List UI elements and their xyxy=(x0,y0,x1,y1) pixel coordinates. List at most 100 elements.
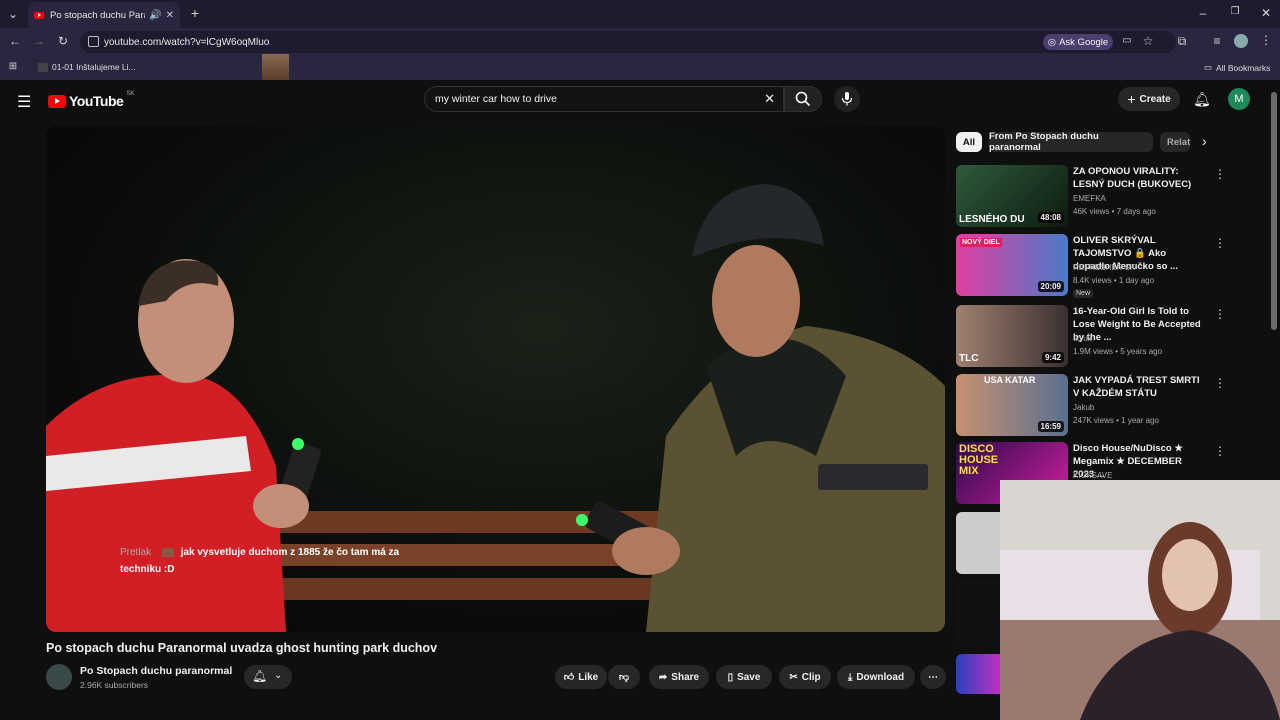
speaker-icon[interactable]: 🔊 xyxy=(149,10,161,21)
save-label: Save xyxy=(737,671,761,683)
country-code: SK xyxy=(126,91,135,97)
video-thumbnail[interactable] xyxy=(956,580,1000,642)
page-scrollbar[interactable] xyxy=(1271,92,1277,330)
more-vertical-icon[interactable]: ⋮ xyxy=(1214,307,1226,321)
recommendation-item[interactable]: NOVÝ DIEL 20:09 OLIVER SKRÝVAL TAJOMSTVO… xyxy=(956,234,1226,298)
extensions-icon[interactable]: ⧉ xyxy=(1175,34,1189,49)
more-vertical-icon[interactable]: ⋮ xyxy=(1214,236,1226,250)
reading-list-icon[interactable]: ≡ xyxy=(1210,34,1224,48)
address-bar[interactable]: youtube.com/watch?v=lCgW6oqMluo xyxy=(80,31,1176,53)
close-tab-icon[interactable]: ✕ xyxy=(166,10,174,21)
tab-search-icon[interactable]: ⌄ xyxy=(6,7,20,21)
chips-next-icon[interactable]: › xyxy=(1202,133,1207,149)
browser-tab[interactable]: Po stopach duchu Paranormal 🔊 ✕ xyxy=(28,2,180,28)
save-icon: ▯ xyxy=(727,671,734,683)
url-text: youtube.com/watch?v=lCgW6oqMluo xyxy=(104,36,270,48)
account-avatar[interactable]: M xyxy=(1228,88,1250,110)
site-info-icon[interactable] xyxy=(88,36,99,47)
more-vertical-icon[interactable]: ⋮ xyxy=(1214,376,1226,390)
scissors-icon: ✂ xyxy=(789,671,798,683)
more-horizontal-icon: ⋯ xyxy=(928,671,938,683)
chevron-down-icon: ⌄ xyxy=(274,670,283,681)
plus-icon: + xyxy=(1127,91,1136,107)
recommendation-channel: tlc uk xyxy=(1073,334,1092,343)
more-vertical-icon[interactable]: ⋮ xyxy=(1214,444,1226,458)
youtube-play-icon xyxy=(48,94,66,108)
clip-label: Clip xyxy=(801,671,821,683)
more-vertical-icon[interactable]: ⋮ xyxy=(1214,167,1226,181)
video-player[interactable]: Pretlak jak vysvetluje duchom z 1885 že … xyxy=(46,126,945,632)
logo-text: YouTube xyxy=(69,93,124,109)
reload-icon[interactable]: ↻ xyxy=(56,34,70,48)
menu-icon[interactable]: ⋮ xyxy=(1259,33,1273,47)
apps-icon[interactable]: ⊞ xyxy=(7,61,19,72)
all-bookmarks-label: All Bookmarks xyxy=(1216,62,1271,73)
youtube-logo[interactable]: YouTube SK xyxy=(48,91,135,109)
recommendation-item[interactable]: USA KATAR 16:59 JAK VYPADÁ TREST SMRTI V… xyxy=(956,374,1226,438)
create-button[interactable]: + Create xyxy=(1118,87,1180,111)
profile-thumbnail xyxy=(262,54,289,80)
clear-search-icon[interactable]: ✕ xyxy=(764,91,775,107)
bookmark-label: 01-01 Inštalujeme Li... xyxy=(52,62,136,72)
bookmark-star-icon[interactable]: ☆ xyxy=(1141,34,1155,48)
recommendation-meta: 1.9M views • 5 years ago xyxy=(1073,347,1163,356)
new-tab-button[interactable]: + xyxy=(188,5,202,21)
bookmark-item[interactable]: 01-01 Inštalujeme Li... xyxy=(38,62,136,72)
channel-avatar[interactable] xyxy=(46,664,72,690)
webcam-frame xyxy=(1000,480,1280,720)
recommendation-item[interactable]: TLC 9:42 16-Year-Old Girl Is Told to Los… xyxy=(956,305,1226,369)
dislike-button[interactable]: 👎︎ xyxy=(608,665,640,689)
recommendation-title: 16-Year-Old Girl Is Told to Lose Weight … xyxy=(1073,306,1201,343)
save-button[interactable]: ▯ Save xyxy=(716,665,772,689)
subscribed-notifications-button[interactable]: 🔔︎ ⌄ xyxy=(244,665,292,689)
subscriber-count: 2.96K subscribers xyxy=(80,680,149,690)
chip-all[interactable]: All xyxy=(956,132,982,152)
hamburger-menu-icon[interactable]: ☰ xyxy=(17,92,31,112)
cast-icon[interactable]: ▭ xyxy=(1120,35,1134,46)
duration-badge: 48:08 xyxy=(1037,212,1064,223)
duration-badge: 9:42 xyxy=(1041,352,1064,363)
ask-google-button[interactable]: ◎ Ask Google xyxy=(1043,34,1113,50)
search-icon xyxy=(795,91,811,107)
chat-overlay: Pretlak jak vysvetluje duchom z 1885 že … xyxy=(120,544,420,578)
profile-icon[interactable] xyxy=(1234,34,1248,48)
chip-from-channel[interactable]: From Po Stopach duchu paranormal xyxy=(989,131,1153,153)
forward-icon[interactable]: → xyxy=(32,34,46,48)
video-thumbnail[interactable] xyxy=(956,512,1000,574)
recommendation-item[interactable]: LESNÉHO DU 48:08 ZA OPONOU VIRALITY: LES… xyxy=(956,165,1226,229)
download-icon: ⤓ xyxy=(847,671,853,683)
recommendation-meta: 46K views • 7 days ago xyxy=(1073,207,1156,216)
recommendation-channel: REFRESHER SK xyxy=(1073,263,1136,272)
thumbs-down-icon: 👎︎ xyxy=(618,672,630,683)
download-button[interactable]: ⤓ Download xyxy=(837,665,915,689)
more-actions-button[interactable]: ⋯ xyxy=(920,665,946,689)
video-thumbnail: LESNÉHO DU 48:08 xyxy=(956,165,1068,227)
search-input[interactable]: my winter car how to drive ✕ xyxy=(424,86,784,112)
thumbnail-text: TLC xyxy=(959,353,979,364)
notifications-bell-icon[interactable]: 🔔︎ xyxy=(1193,91,1211,108)
video-thumbnail[interactable] xyxy=(956,654,1000,694)
video-title: Po stopach duchu Paranormal uvadza ghost… xyxy=(46,641,438,655)
microphone-icon xyxy=(841,92,853,106)
recommendation-meta: 247K views • 1 year ago xyxy=(1073,416,1159,425)
lens-icon: ◎ xyxy=(1047,36,1057,48)
thumbnail-text: USA KATAR xyxy=(984,375,1036,385)
video-thumbnail: USA KATAR 16:59 xyxy=(956,374,1068,436)
create-label: Create xyxy=(1139,93,1171,105)
channel-name[interactable]: Po Stopach duchu paranormal xyxy=(80,665,232,677)
search-button[interactable] xyxy=(784,86,822,112)
all-bookmarks-button[interactable]: ▭ All Bookmarks xyxy=(1204,62,1270,73)
minimize-button[interactable]: – xyxy=(1196,6,1210,20)
search-query: my winter car how to drive xyxy=(435,93,557,105)
bookmarks-bar: ⊞ 01-01 Inštalujeme Li... ▭ All Bookmark… xyxy=(0,54,1280,80)
like-button[interactable]: 👍︎ Like xyxy=(555,665,607,689)
back-icon[interactable]: ← xyxy=(8,34,22,48)
restore-button[interactable]: ❐ xyxy=(1228,6,1242,17)
chip-related[interactable]: Relat xyxy=(1160,132,1190,152)
share-button[interactable]: ➦ Share xyxy=(649,665,709,689)
youtube-favicon-icon xyxy=(34,11,44,19)
close-window-button[interactable]: ✕ xyxy=(1259,6,1273,20)
voice-search-button[interactable] xyxy=(834,86,860,112)
clip-button[interactable]: ✂ Clip xyxy=(779,665,831,689)
recommendation-meta: 8.4K views • 1 day ago xyxy=(1073,276,1155,285)
